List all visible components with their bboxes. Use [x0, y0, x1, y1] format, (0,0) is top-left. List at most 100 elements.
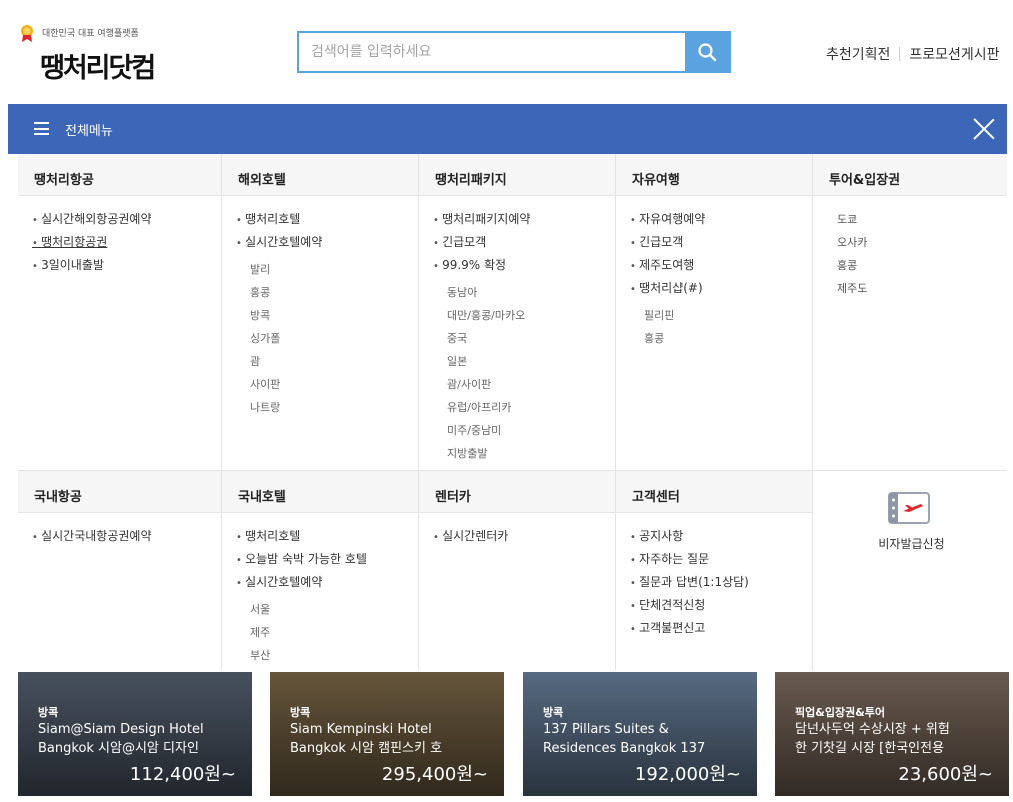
logo-tagline: 대한민국 대표 여행플랫폼 [42, 29, 139, 39]
card-title-line: Bangkok 시암 캠핀스키 호 [290, 741, 443, 756]
promo-card[interactable]: 방콕 Siam Kempinski Hotel Bangkok 시암 캠핀스키 호 2… [270, 672, 504, 796]
menu-column: 투어&입장권 도쿄 오사카 홍콩 제주도 [812, 154, 1007, 470]
menu-link[interactable]: 긴급모객 [433, 231, 615, 254]
menu-link[interactable]: 땡처리호텔 [236, 208, 418, 231]
search-box [297, 31, 731, 73]
menu-sublink[interactable]: 필리핀 [630, 304, 812, 327]
menu-sublink[interactable]: 홍콩 [630, 327, 812, 350]
menu-column: 해외호텔땡처리호텔실시간호텔예약발리홍콩방콕싱가폴괌사이판나트랑 [221, 154, 418, 470]
link-recommended[interactable]: 추천기획전 [826, 44, 890, 64]
menu-column-heading[interactable]: 렌터카 [419, 471, 615, 513]
link-divider [899, 47, 901, 61]
menu-column-heading[interactable]: 투어&입장권 [813, 154, 1007, 196]
menu-sublink[interactable]: 동남아 [433, 281, 615, 304]
menu-column: 고객센터공지사항자주하는 질문질문과 답변(1:1상담)단체견적신청고객불편신고 [615, 471, 812, 670]
card-price: 192,000원~ [634, 764, 741, 785]
menu-sublink[interactable]: 제주도 [827, 277, 1007, 300]
menu-grid: 땡처리항공실시간해외항공권예약땡처리항공권3일이내출발해외호텔땡처리호텔실시간호… [18, 154, 1007, 670]
menu-column-body: 도쿄 오사카 홍콩 제주도 [813, 196, 1007, 300]
menu-link[interactable]: 단체견적신청 [630, 594, 812, 617]
menu-sublink[interactable]: 오사카 [827, 231, 1007, 254]
menu-link[interactable]: 제주도여행 [630, 254, 812, 277]
site-logo[interactable]: 대한민국 대표 여행플랫폼 땡처리닷컴 [18, 24, 188, 88]
card-title-line: Residences Bangkok 137 [543, 741, 706, 756]
visa-application-button[interactable]: 비자발급신청 [813, 471, 1010, 671]
menu-sublink[interactable]: 홍콩 [827, 254, 1007, 277]
menu-link[interactable]: 실시간호텔예약 [236, 231, 418, 254]
menu-column-heading[interactable]: 국내호텔 [222, 471, 418, 513]
menu-column: 렌터카실시간렌터카 [418, 471, 615, 670]
menu-link[interactable]: 질문과 답변(1:1상담) [630, 571, 812, 594]
menu-column-body: 땡처리호텔오늘밤 숙박 가능한 호텔실시간호텔예약서울제주부산 [222, 513, 418, 667]
menu-column-heading[interactable]: 고객센터 [616, 471, 812, 513]
menu-link[interactable]: 땡처리패키지예약 [433, 208, 615, 231]
menu-sublink[interactable]: 미주/중남미 [433, 419, 615, 442]
menu-link[interactable]: 3일이내출발 [32, 254, 221, 277]
menu-link[interactable]: 고객불편신고 [630, 617, 812, 640]
card-title-line: Bangkok 시암@시암 디자인 [38, 741, 199, 756]
card-category: 방콕 [290, 706, 311, 719]
card-title: 137 Pillars Suites & Residences Bangkok 1… [543, 720, 755, 758]
menu-sublink[interactable]: 일본 [433, 350, 615, 373]
menu-column-body: 자유여행예약긴급모객제주도여행땡처리샵(#) 필리핀홍콩 [616, 196, 812, 350]
menu-link[interactable]: 99.9% 확정 [433, 254, 615, 277]
menu-sublink[interactable]: 방콕 [236, 304, 418, 327]
menu-sublink[interactable]: 사이판 [236, 373, 418, 396]
menu-column-heading[interactable]: 국내항공 [18, 471, 221, 513]
menu-sublink[interactable]: 유럽/아프리카 [433, 396, 615, 419]
menu-sublink[interactable]: 지방출발 [433, 442, 615, 465]
menu-column-heading[interactable]: 땡처리항공 [18, 154, 221, 196]
card-price: 112,400원~ [129, 764, 236, 785]
menu-sublink[interactable]: 발리 [236, 258, 418, 281]
menu-link[interactable]: 실시간국내항공권예약 [32, 525, 221, 548]
menu-title: 전체메뉴 [65, 124, 113, 139]
menu-column-body: 실시간렌터카 [419, 513, 615, 548]
close-icon[interactable] [973, 118, 995, 140]
menu-sublink[interactable]: 나트랑 [236, 396, 418, 419]
menu-column-heading[interactable]: 땡처리패키지 [419, 154, 615, 196]
menu-sublink[interactable]: 괌 [236, 350, 418, 373]
card-category: 방콕 [38, 706, 59, 719]
menu-link[interactable]: 땡처리샵(#) [630, 277, 812, 300]
all-menu-bar: 전체메뉴 [8, 104, 1007, 154]
link-promotion[interactable]: 프로모션게시판 [909, 44, 999, 64]
card-category: 픽업&입장권&투어 [795, 706, 886, 719]
top-links: 추천기획전 프로모션게시판 [826, 44, 1000, 64]
visa-label: 비자발급신청 [878, 537, 945, 551]
menu-sublink[interactable]: 서울 [236, 598, 418, 621]
menu-sublink[interactable]: 대만/홍콩/마카오 [433, 304, 615, 327]
menu-link[interactable]: 실시간호텔예약 [236, 571, 418, 594]
menu-sublink[interactable]: 괌/사이판 [433, 373, 615, 396]
card-title: 담넌사두억 수상시장 + 위험한 기찻길 시장 [한국인전용 [795, 720, 1007, 758]
menu-sublink[interactable]: 중국 [433, 327, 615, 350]
card-title-line: Siam@Siam Design Hotel [38, 722, 204, 737]
menu-link[interactable]: 공지사항 [630, 525, 812, 548]
promo-card[interactable]: 픽업&입장권&투어 담넌사두억 수상시장 + 위험 한 기찻길 시장 [한국인전용 2… [775, 672, 1009, 796]
menu-column-body: 땡처리호텔실시간호텔예약발리홍콩방콕싱가폴괌사이판나트랑 [222, 196, 418, 419]
menu-sublink[interactable]: 제주 [236, 621, 418, 644]
menu-link[interactable]: 실시간해외항공권예약 [32, 208, 221, 231]
menu-column: 국내호텔땡처리호텔오늘밤 숙박 가능한 호텔실시간호텔예약서울제주부산 [221, 471, 418, 670]
menu-link[interactable]: 실시간렌터카 [433, 525, 615, 548]
menu-sublink[interactable]: 싱가폴 [236, 327, 418, 350]
menu-link[interactable]: 땡처리호텔 [236, 525, 418, 548]
card-title-line: 담넌사두억 수상시장 + 위험 [795, 722, 950, 737]
menu-link[interactable]: 땡처리항공권 [32, 231, 221, 254]
promo-card[interactable]: 방콕 137 Pillars Suites & Residences Bangkok… [523, 672, 757, 796]
site-header: 대한민국 대표 여행플랫폼 땡처리닷컴 추천기획전 프로모션게시판 [0, 0, 1013, 104]
menu-sublink[interactable]: 부산 [236, 644, 418, 667]
menu-column: 땡처리항공실시간해외항공권예약땡처리항공권3일이내출발 [18, 154, 221, 470]
search-input[interactable] [299, 33, 685, 71]
card-title-line: 한 기찻길 시장 [한국인전용 [795, 741, 945, 756]
search-button[interactable] [685, 33, 729, 71]
menu-sublink[interactable]: 도쿄 [827, 208, 1007, 231]
menu-link[interactable]: 오늘밤 숙박 가능한 호텔 [236, 548, 418, 571]
hamburger-icon[interactable] [34, 122, 49, 135]
menu-link[interactable]: 자유여행예약 [630, 208, 812, 231]
menu-column-heading[interactable]: 자유여행 [616, 154, 812, 196]
menu-link[interactable]: 긴급모객 [630, 231, 812, 254]
menu-link[interactable]: 자주하는 질문 [630, 548, 812, 571]
promo-card[interactable]: 방콕 Siam@Siam Design Hotel Bangkok 시암@시암 디자… [18, 672, 252, 796]
menu-sublink[interactable]: 홍콩 [236, 281, 418, 304]
menu-column-heading[interactable]: 해외호텔 [222, 154, 418, 196]
